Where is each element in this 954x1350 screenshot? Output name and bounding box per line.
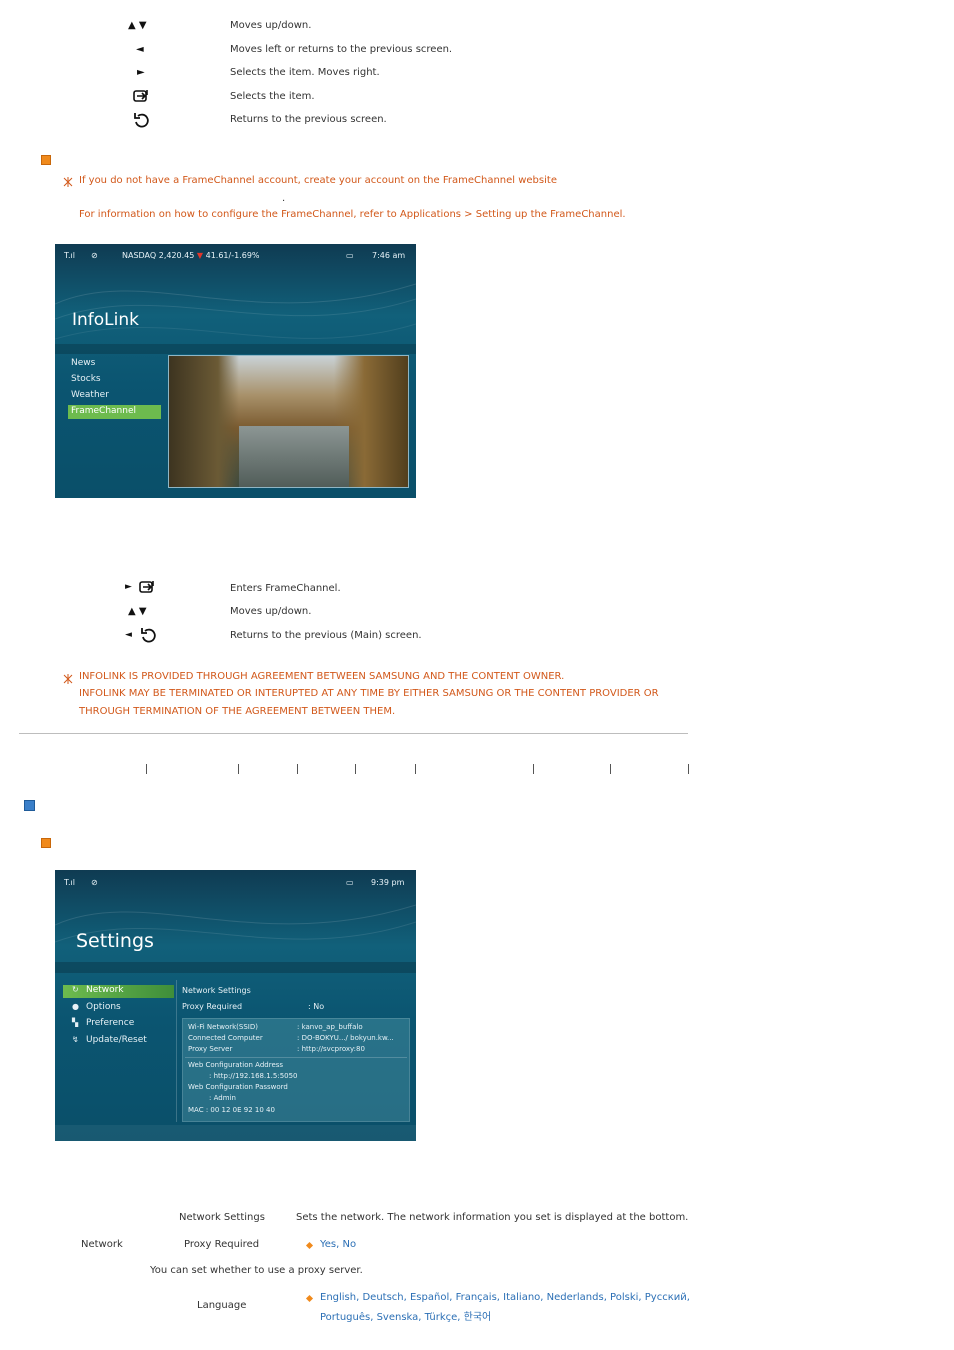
key-right: ► xyxy=(137,67,145,78)
web-address-label: Web Configuration Address xyxy=(188,1061,284,1069)
table-proxy-required: Proxy Required xyxy=(184,1239,260,1250)
note2-line2: INFOLINK MAY BE TERMINATED OR INTERUPTED… xyxy=(79,688,659,699)
infolink-screenshot: T.ıl ⊘ NASDAQ 2,420.45 ▼ 41.61/-1.69% ▭ … xyxy=(55,244,416,498)
update-icon: ↯ xyxy=(72,1035,79,1044)
clock-time: 9:39 pm xyxy=(371,878,405,887)
options-icon: ● xyxy=(72,1002,79,1011)
ticker-change: 41.61/-1.69% xyxy=(205,251,260,260)
table-network-settings-desc: Sets the network. The network informatio… xyxy=(296,1212,689,1223)
menu-item-network[interactable]: Network xyxy=(63,985,174,998)
enter-icon xyxy=(139,581,154,593)
menu-item-news[interactable]: News xyxy=(71,358,95,368)
computer-value: : DO-BOKYU.../ bokyun.kw... xyxy=(297,1034,394,1042)
settings-title: Settings xyxy=(76,930,154,952)
preference-icon: ▚ xyxy=(72,1018,79,1027)
table-proxy-options: Yes, No xyxy=(320,1239,357,1250)
menu-item-stocks[interactable]: Stocks xyxy=(71,374,101,384)
panel-heading: Network Settings xyxy=(182,986,251,995)
settings-screenshot: T.ıl ⊘ ▭ 9:39 pm Settings Network ↻ ● Op… xyxy=(55,870,416,1141)
web-password-label: Web Configuration Password xyxy=(188,1083,288,1091)
signal-icon: T.ıl xyxy=(64,878,75,887)
battery-icon: ▭ xyxy=(346,251,354,260)
menu-item-framechannel[interactable]: FrameChannel xyxy=(68,405,161,419)
section-arrow-icon xyxy=(41,155,51,165)
infolink-title: InfoLink xyxy=(72,310,139,330)
network-info-box: Wi-Fi Network(SSID) : kanvo_ap_buffalo C… xyxy=(182,1018,410,1122)
menu-item-update-reset[interactable]: Update/Reset xyxy=(86,1035,147,1045)
table-proxy-desc: You can set whether to use a proxy serve… xyxy=(150,1265,363,1276)
ticker-text: NASDAQ 2,420.45 xyxy=(122,251,195,260)
signal-icon: T.ıl xyxy=(64,251,75,260)
bullet-icon xyxy=(305,1294,314,1303)
power-icon: ⊘ xyxy=(91,878,98,887)
stock-ticker: NASDAQ 2,420.45 ▼ 41.61/-1.69% xyxy=(122,251,260,260)
note2-line3: THROUGH TERMINATION OF THE AGREEMENT BET… xyxy=(79,706,396,717)
key-desc-left: Moves left or returns to the previous sc… xyxy=(230,44,453,55)
ssid-value: : kanvo_ap_buffalo xyxy=(297,1023,363,1031)
web-password-value: : Admin xyxy=(209,1094,236,1102)
key-desc-enter: Selects the item. xyxy=(230,91,315,102)
nav-separators xyxy=(0,763,954,775)
section-arrow-icon xyxy=(41,838,51,848)
key-desc-up-down: Moves up/down. xyxy=(230,20,312,31)
note-mark-icon xyxy=(63,177,73,187)
proxy-value: : No xyxy=(308,1002,325,1011)
power-icon: ⊘ xyxy=(91,251,98,260)
clock-time: 7:46 am xyxy=(372,251,406,260)
refresh-icon: ↻ xyxy=(72,985,79,994)
ssid-label: Wi-Fi Network(SSID) xyxy=(188,1023,258,1031)
computer-label: Connected Computer xyxy=(188,1034,263,1042)
section-play-icon xyxy=(24,800,35,811)
key-left: ◄ xyxy=(136,44,144,55)
key-desc-return: Returns to the previous screen. xyxy=(230,114,387,125)
note2-line1: INFOLINK IS PROVIDED THROUGH AGREEMENT B… xyxy=(79,671,565,682)
menu-item-weather[interactable]: Weather xyxy=(71,390,109,400)
key-desc-right: Selects the item. Moves right. xyxy=(230,67,380,78)
return-icon xyxy=(134,113,149,128)
note1-line2: For information on how to configure the … xyxy=(79,209,626,220)
menu-item-preference[interactable]: Preference xyxy=(86,1018,134,1028)
proxy-server-label: Proxy Server xyxy=(188,1045,233,1053)
table-language-options-2: Português, Svenska, Türkçe, 한국어 xyxy=(320,1312,492,1323)
key-up-down-mid: ▲ ▼ xyxy=(128,606,147,617)
table-language-options-1: English, Deutsch, Español, Français, Ita… xyxy=(320,1292,690,1303)
section-divider xyxy=(19,733,688,734)
mac-address: MAC : 00 12 0E 92 10 40 xyxy=(188,1106,275,1114)
key-desc-enter-framechannel: Enters FrameChannel. xyxy=(230,583,341,594)
note1-line1: If you do not have a FrameChannel accoun… xyxy=(79,175,557,186)
key-desc-up-down-mid: Moves up/down. xyxy=(230,606,312,617)
key-left-arrow: ◄ xyxy=(125,630,132,640)
enter-icon xyxy=(133,90,148,102)
table-network: Network xyxy=(81,1239,123,1250)
bullet-icon xyxy=(305,1241,314,1250)
web-address-value: : http://192.168.1.5:5050 xyxy=(209,1072,298,1080)
note1-dot: . xyxy=(282,193,286,204)
ticker-down-icon: ▼ xyxy=(196,251,204,260)
framechannel-photo xyxy=(168,355,409,488)
proxy-label: Proxy Required xyxy=(182,1002,243,1011)
key-up-down: ▲ ▼ xyxy=(128,20,147,31)
menu-item-options[interactable]: Options xyxy=(86,1002,121,1012)
battery-icon: ▭ xyxy=(346,878,354,887)
key-desc-return-main: Returns to the previous (Main) screen. xyxy=(230,630,422,641)
note-mark-icon xyxy=(63,674,73,684)
table-network-settings: Network Settings xyxy=(179,1212,265,1223)
key-right-arrow: ► xyxy=(125,582,132,592)
return-icon xyxy=(141,628,156,643)
table-language: Language xyxy=(197,1300,247,1311)
proxy-server-value: : http://svcproxy:80 xyxy=(297,1045,365,1053)
